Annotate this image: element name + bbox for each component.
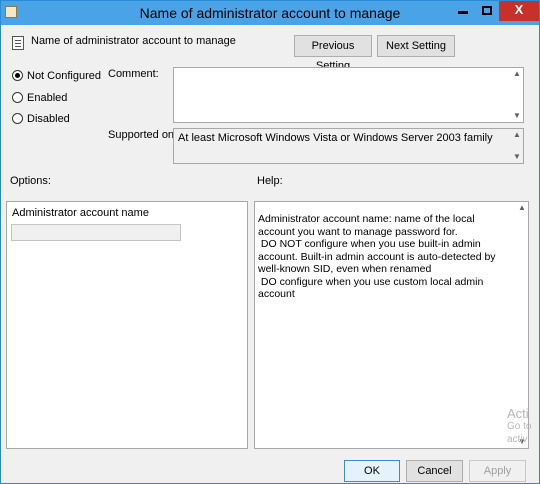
supported-on-field: At least Microsoft Windows Vista or Wind… <box>173 128 524 164</box>
dialog-window: Name of administrator account to manage … <box>0 0 540 484</box>
options-label: Options: <box>10 175 51 187</box>
scroll-up-icon[interactable]: ▲ <box>516 202 528 214</box>
watermark-line: activ <box>507 434 528 445</box>
help-line: DO NOT configure when you use built-in a… <box>258 238 499 275</box>
help-line: DO configure when you use custom local a… <box>258 275 487 301</box>
help-text: Administrator account name: name of the … <box>258 213 508 301</box>
cancel-button[interactable]: Cancel <box>406 460 463 482</box>
maximize-icon <box>482 6 492 15</box>
radio-not-configured[interactable]: Not Configured <box>12 70 101 84</box>
radio-icon[interactable] <box>12 92 23 103</box>
apply-button[interactable]: Apply <box>469 460 526 482</box>
scroll-down-icon[interactable]: ▼ <box>511 110 523 122</box>
watermark-line: Go to <box>507 421 532 432</box>
supported-on-label: Supported on: <box>108 129 178 141</box>
setting-name: Name of administrator account to manage <box>31 35 236 47</box>
watermark-line: Acti <box>507 406 529 421</box>
radio-enabled[interactable]: Enabled <box>12 92 67 106</box>
help-line: Administrator account name: name of the … <box>258 213 478 238</box>
radio-checked-icon[interactable] <box>12 70 23 81</box>
radio-label: Enabled <box>27 92 68 104</box>
next-setting-button[interactable]: Next Setting <box>377 35 455 57</box>
admin-account-name-input[interactable] <box>11 224 181 241</box>
help-label: Help: <box>257 175 283 187</box>
radio-label: Disabled <box>27 113 70 125</box>
scroll-up-icon[interactable]: ▲ <box>511 129 523 141</box>
close-button[interactable]: X <box>499 1 539 21</box>
supported-scrollbar[interactable]: ▲ ▼ <box>511 129 523 163</box>
scroll-down-icon[interactable]: ▼ <box>511 151 523 163</box>
minimize-button[interactable] <box>451 1 475 21</box>
radio-label: Not Configured <box>27 70 101 82</box>
maximize-button[interactable] <box>475 1 499 21</box>
comment-field[interactable]: ▲ ▼ <box>173 67 524 123</box>
comment-label: Comment: <box>108 68 159 80</box>
previous-setting-button[interactable]: Previous Setting <box>294 35 372 72</box>
ok-button[interactable]: OK <box>344 460 400 482</box>
minimize-icon <box>458 11 468 14</box>
comment-scrollbar[interactable]: ▲ ▼ <box>511 68 523 122</box>
supported-on-value: At least Microsoft Windows Vista or Wind… <box>178 132 493 144</box>
radio-icon[interactable] <box>12 113 23 124</box>
radio-disabled[interactable]: Disabled <box>12 113 70 127</box>
title-bar[interactable]: Name of administrator account to manage … <box>1 1 539 25</box>
scroll-up-icon[interactable]: ▲ <box>511 68 523 80</box>
admin-account-name-label: Administrator account name <box>12 207 149 219</box>
activation-watermark: Acti Go to activ <box>507 407 531 446</box>
setting-icon <box>12 36 24 50</box>
